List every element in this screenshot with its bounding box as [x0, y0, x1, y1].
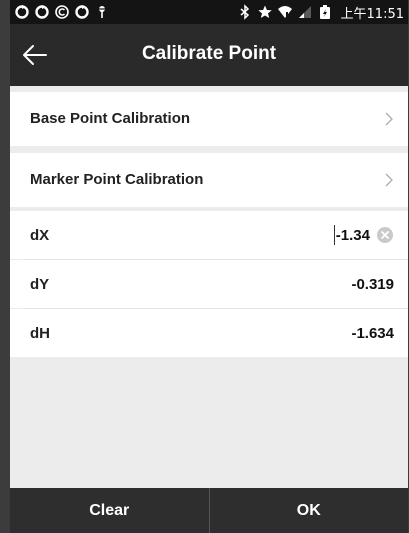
status-bar: 上午11:51: [10, 0, 408, 24]
sync-icon: [34, 4, 50, 20]
copyright-icon: [54, 4, 70, 20]
status-time: 上午11:51: [340, 6, 404, 22]
marker-point-calibration-row[interactable]: Marker Point Calibration: [10, 153, 408, 207]
clear-button[interactable]: Clear: [10, 488, 209, 533]
marker-point-calibration-label: Marker Point Calibration: [30, 171, 204, 188]
location-pin-icon: [94, 4, 110, 20]
page-title: Calibrate Point: [141, 43, 277, 64]
sync-icon: [14, 4, 30, 20]
dy-row: dY -0.319: [10, 260, 408, 308]
back-button[interactable]: [16, 36, 54, 74]
dh-value: -1.634: [351, 325, 394, 342]
dy-label: dY: [30, 276, 50, 293]
star-icon: [257, 4, 273, 20]
sync-icon: [74, 4, 90, 20]
dx-label: dX: [30, 227, 50, 244]
dh-label: dH: [30, 325, 50, 342]
app-bar: Calibrate Point: [10, 24, 408, 86]
dx-row: dX -1.34: [10, 211, 408, 259]
wifi-icon: [277, 4, 293, 20]
app-screen: 上午11:51 Calibrate Point Base Point Calib…: [10, 0, 408, 533]
signal-icon: [297, 4, 313, 20]
dx-input[interactable]: -1.34: [333, 224, 394, 246]
base-point-calibration-row[interactable]: Base Point Calibration: [10, 92, 408, 146]
dx-value: -1.34: [335, 226, 370, 244]
bluetooth-icon: [237, 4, 253, 20]
base-point-calibration-label: Base Point Calibration: [30, 110, 191, 127]
status-right-icons: 上午11:51: [237, 3, 404, 22]
battery-icon: [317, 4, 333, 20]
arrow-left-icon: [16, 36, 54, 74]
status-left-icons: [14, 3, 114, 21]
text-cursor: [333, 225, 335, 245]
dh-row: dH -1.634: [10, 309, 408, 357]
chevron-right-icon: [384, 172, 394, 188]
chevron-right-icon: [384, 111, 394, 127]
dy-value: -0.319: [351, 276, 394, 293]
bottom-action-bar: Clear OK: [10, 488, 408, 533]
clear-input-icon[interactable]: [376, 226, 394, 244]
ok-button[interactable]: OK: [210, 488, 409, 533]
